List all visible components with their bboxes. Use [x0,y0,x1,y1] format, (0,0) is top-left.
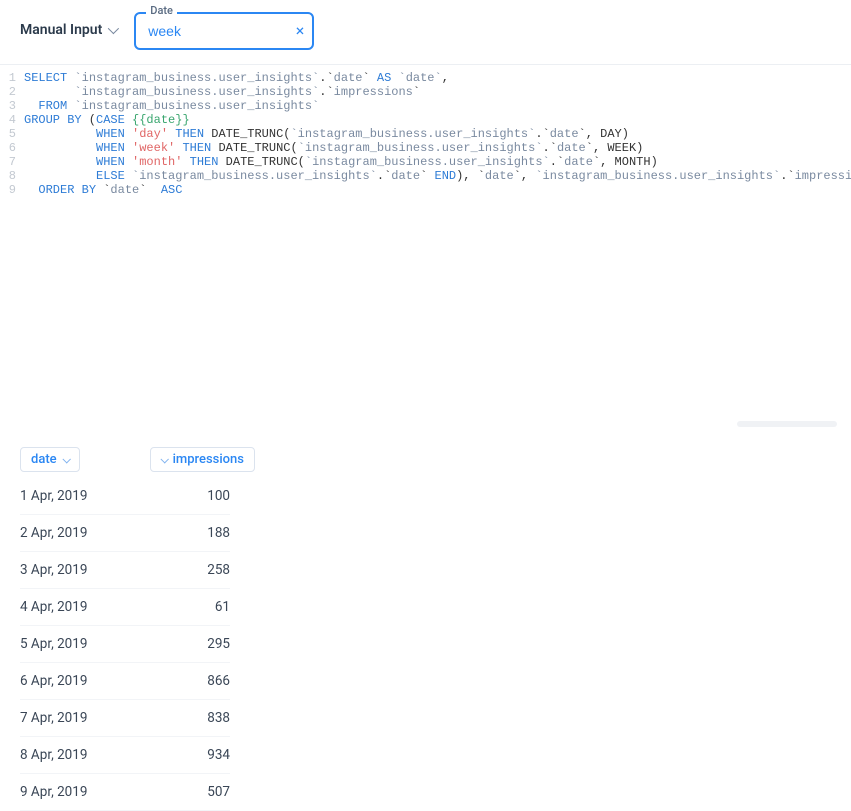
results-table: 1 Apr, 2019 100 2 Apr, 2019 188 3 Apr, 2019 2… [20,478,230,811]
results-header: date impressions [20,447,831,472]
code-line[interactable]: FROM `instagram_business.user_insights` [24,99,851,113]
code-line[interactable]: SELECT `instagram_business.user_insights… [24,71,851,85]
table-row: 9 Apr, 2019 507 [20,774,230,811]
table-row: 6 Apr, 2019 866 [20,663,230,700]
line-number: 4 [6,113,16,127]
cell-impressions: 934 [190,747,230,763]
cell-impressions: 188 [190,525,230,541]
code-line[interactable]: `instagram_business.user_insights`.`impr… [24,85,851,99]
date-param-label: Date [146,4,177,17]
cell-impressions: 61 [190,599,230,615]
line-number: 9 [6,183,16,197]
line-number: 6 [6,141,16,155]
line-number-gutter: 123456789 [6,71,24,435]
cell-impressions: 838 [190,710,230,726]
table-row: 7 Apr, 2019 838 [20,700,230,737]
scrollbar-horizontal[interactable] [737,421,837,427]
table-row: 1 Apr, 2019 100 [20,478,230,515]
cell-impressions: 866 [190,673,230,689]
code-line[interactable]: ELSE `instagram_business.user_insights`.… [24,169,851,183]
code-line[interactable]: ORDER BY `date` ASC [24,183,851,197]
column-header-impressions-label: impressions [173,452,244,467]
line-number: 8 [6,169,16,183]
line-number: 2 [6,85,16,99]
cell-impressions: 100 [190,488,230,504]
code-line[interactable]: GROUP BY (CASE {{date}} [24,113,851,127]
code-line[interactable]: WHEN 'month' THEN DATE_TRUNC(`instagram_… [24,155,851,169]
cell-date: 6 Apr, 2019 [20,673,87,689]
toolbar: Manual Input Date × [0,0,851,65]
cell-date: 8 Apr, 2019 [20,747,87,763]
line-number: 5 [6,127,16,141]
cell-date: 5 Apr, 2019 [20,636,87,652]
cell-date: 3 Apr, 2019 [20,562,87,578]
input-mode-label: Manual Input [20,22,102,38]
date-param-field: Date × [134,12,314,50]
cell-impressions: 258 [190,562,230,578]
table-row: 8 Apr, 2019 934 [20,737,230,774]
table-row: 3 Apr, 2019 258 [20,552,230,589]
cell-impressions: 507 [190,784,230,800]
line-number: 7 [6,155,16,169]
code-line[interactable]: WHEN 'day' THEN DATE_TRUNC(`instagram_bu… [24,127,851,141]
column-header-impressions[interactable]: impressions [150,447,255,472]
date-param-input[interactable] [134,12,314,50]
results-panel: date impressions 1 Apr, 2019 100 2 Apr, 20… [0,435,851,811]
cell-date: 7 Apr, 2019 [20,710,87,726]
line-number: 1 [6,71,16,85]
table-row: 5 Apr, 2019 295 [20,626,230,663]
chevron-down-icon [108,23,119,34]
cell-date: 4 Apr, 2019 [20,599,87,615]
sql-editor[interactable]: 123456789 SELECT `instagram_business.use… [0,65,851,435]
sql-code[interactable]: SELECT `instagram_business.user_insights… [24,71,851,435]
chevron-down-icon [62,455,70,463]
column-header-date-label: date [31,452,57,467]
column-header-date[interactable]: date [20,447,80,472]
input-mode-dropdown[interactable]: Manual Input [20,22,116,38]
table-row: 4 Apr, 2019 61 [20,589,230,626]
cell-date: 2 Apr, 2019 [20,525,87,541]
code-line[interactable]: WHEN 'week' THEN DATE_TRUNC(`instagram_b… [24,141,851,155]
table-row: 2 Apr, 2019 188 [20,515,230,552]
cell-date: 1 Apr, 2019 [20,488,87,504]
clear-input-icon[interactable]: × [296,23,305,39]
cell-impressions: 295 [190,636,230,652]
cell-date: 9 Apr, 2019 [20,784,87,800]
line-number: 3 [6,99,16,113]
chevron-down-icon [160,455,168,463]
